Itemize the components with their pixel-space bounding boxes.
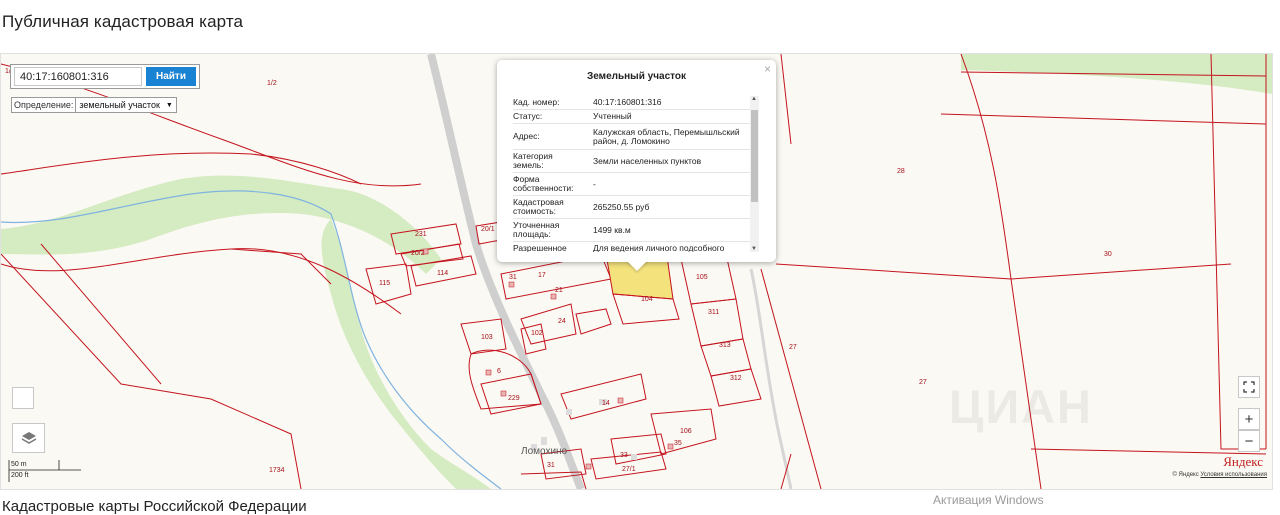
page-title: Публичная кадастровая карта xyxy=(2,12,244,31)
ruler-button[interactable] xyxy=(12,387,34,409)
scroll-thumb[interactable] xyxy=(751,110,758,202)
parcel-label: 313 xyxy=(719,342,731,349)
green-zone-west xyxy=(1,175,441,274)
village-label: Ломохино xyxy=(521,446,568,457)
row-key: Кад. номер: xyxy=(513,97,560,107)
definition-selected-value: земельный участок xyxy=(79,100,160,110)
parcel-label: 27 xyxy=(789,344,797,351)
parcel-label: 27/1 xyxy=(622,466,636,473)
terms-link[interactable]: Условия использования xyxy=(1200,472,1267,478)
row-value: 265250.55 руб xyxy=(593,201,650,212)
parcel-label: 103 xyxy=(481,334,493,341)
popup-scrollbar[interactable]: ▲ ▼ xyxy=(750,96,759,252)
fullscreen-icon xyxy=(1243,381,1255,393)
parcel-label: 102 xyxy=(531,330,543,337)
cadastral-map[interactable]: 1/2 231 20/1 20/2 114 115 31 17 21 104 1… xyxy=(0,53,1273,490)
row-key: Категория земель: xyxy=(513,151,553,170)
parcel-label: 21 xyxy=(555,287,563,294)
scroll-up-icon[interactable]: ▲ xyxy=(751,96,757,102)
popup-title: Земельный участок xyxy=(586,71,687,82)
parcel-label: 1/2 xyxy=(267,80,277,87)
parcel-label: 6 xyxy=(497,368,501,375)
row-value: 1499 кв.м xyxy=(593,224,631,235)
layers-icon xyxy=(21,432,36,444)
parcel-label: 115 xyxy=(379,280,391,287)
chevron-down-icon: ▼ xyxy=(165,101,173,109)
table-row: Уточненная площадь: 1499 кв.м xyxy=(513,219,759,242)
road-east xyxy=(749,268,793,489)
definition-label: Определение: xyxy=(14,100,74,110)
parcel-label: 28 xyxy=(897,168,905,175)
row-value: Учтенный xyxy=(593,111,632,121)
parcel-label: 1734 xyxy=(269,467,285,474)
parcel-label: 33 xyxy=(620,452,628,459)
row-key: Уточненная площадь: xyxy=(513,220,560,239)
parcel-label: 104 xyxy=(641,296,653,303)
green-zone-river xyxy=(321,219,491,489)
row-key: Форма собственности: xyxy=(513,174,574,193)
parcel-label: 20/2 xyxy=(411,250,425,257)
parcel-label: 312 xyxy=(730,375,742,382)
fullscreen-button[interactable] xyxy=(1238,376,1260,398)
parcel-label: 31 xyxy=(509,274,517,281)
popup-table: Кад. номер: 40:17:160801:316 Статус: Учтен… xyxy=(513,96,759,252)
parcel-label: 17 xyxy=(538,272,546,279)
parcel-info-popup: × Земельный участок Кад. номер: 40:17:160… xyxy=(497,60,776,262)
table-row: Форма собственности: - xyxy=(513,173,759,196)
row-key: Разрешенное xyxy=(513,243,567,253)
row-key: Адрес: xyxy=(513,131,540,141)
find-button[interactable]: Найти xyxy=(146,67,196,86)
yandex-logo: Яндекс xyxy=(1223,454,1263,469)
definition-control: Определение: земельный участок ▼ xyxy=(11,97,177,113)
table-row: Разрешенное Для ведения личного подсобног… xyxy=(513,242,759,253)
zoom-out-button[interactable]: − xyxy=(1238,430,1260,452)
copyright-text: © Яндекс xyxy=(1172,472,1199,478)
cian-watermark: ЦИАН xyxy=(949,380,1093,433)
parcel-label: 106 xyxy=(680,428,692,435)
scale-metric: 50 m xyxy=(11,461,27,468)
parcel-label: 311 xyxy=(708,309,720,316)
parcel-label: 35 xyxy=(674,440,682,447)
table-row: Кад. номер: 40:17:160801:316 xyxy=(513,96,759,110)
scale-imperial: 200 ft xyxy=(11,472,29,479)
row-value: - xyxy=(593,178,596,189)
parcel-label: 30 xyxy=(1104,251,1112,258)
table-row: Адрес: Калужская область, Перемышльский р… xyxy=(513,124,759,150)
table-row: Кадастровая стоимость: 265250.55 руб xyxy=(513,196,759,219)
zoom-in-button[interactable]: + xyxy=(1238,408,1260,430)
table-row: Категория земель: Земли населенных пункто… xyxy=(513,150,759,173)
scroll-down-icon[interactable]: ▼ xyxy=(751,246,757,252)
parcel-label: 24 xyxy=(558,318,566,325)
parcel-label: 20/1 xyxy=(481,226,495,233)
map-copyright: © Яндекс Условия использования xyxy=(1172,472,1267,478)
row-value: Земли населенных пунктов xyxy=(593,155,702,166)
windows-activation-notice: Активация Windows xyxy=(933,493,1044,507)
parcel-label: 31 xyxy=(547,462,555,469)
row-key: Статус: xyxy=(513,111,543,121)
parcel-label: 27 xyxy=(919,379,927,386)
popup-pointer xyxy=(626,260,648,271)
layers-button[interactable] xyxy=(12,423,45,453)
row-key: Кадастровая стоимость: xyxy=(513,197,564,216)
parcel-label: 231 xyxy=(415,231,427,238)
row-value: Для ведения личного подсобного xyxy=(593,243,725,253)
scale-bar: 50 m 200 ft xyxy=(7,458,83,484)
section-title: Кадастровые карты Российской Федерации xyxy=(2,498,307,515)
parcel-label: 105 xyxy=(696,274,708,281)
parcel-label: 229 xyxy=(508,395,520,402)
parcel-label: 14 xyxy=(602,400,610,407)
parcel-label: 114 xyxy=(437,270,449,277)
search-box: Найти xyxy=(10,64,200,89)
table-row: Статус: Учтенный xyxy=(513,110,759,124)
definition-select[interactable]: земельный участок ▼ xyxy=(75,98,175,112)
row-value: Калужская область, Перемышльский район, … xyxy=(593,126,740,146)
row-value: 40:17:160801:316 xyxy=(593,97,662,107)
cadastral-number-input[interactable] xyxy=(14,67,142,86)
